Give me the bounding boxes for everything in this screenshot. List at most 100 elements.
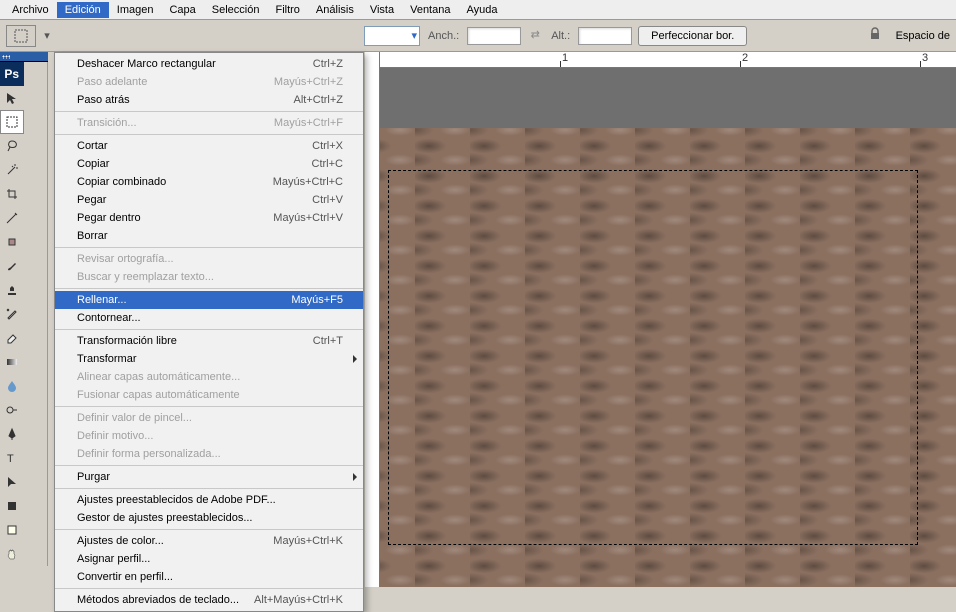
menu-item[interactable]: Pegar dentroMayús+Ctrl+V (55, 209, 363, 227)
menu-item-label: Definir valor de pincel... (77, 412, 343, 424)
width-input[interactable] (467, 27, 521, 45)
ruler-vertical[interactable] (365, 52, 380, 587)
hand-tool[interactable] (0, 542, 24, 566)
menu-item-label: Transformación libre (77, 335, 313, 347)
menu-capa[interactable]: Capa (161, 2, 203, 18)
options-bar: ▾ ▾ Anch.: ⇄ Alt.: Perfeccionar bor. Esp… (0, 20, 956, 52)
refine-edge-button[interactable]: Perfeccionar bor. (638, 26, 747, 46)
brush-tool[interactable] (0, 254, 24, 278)
menu-item[interactable]: Transformar (55, 350, 363, 368)
palette-toggle[interactable] (0, 52, 48, 62)
width-label: Anch.: (426, 30, 461, 42)
notes-tool[interactable] (0, 518, 24, 542)
menu-item-label: Pegar dentro (77, 212, 273, 224)
ruler-horizontal[interactable]: 1 2 3 (380, 52, 956, 68)
menu-item[interactable]: Métodos abreviados de teclado...Alt+Mayú… (55, 591, 363, 609)
menu-item-shortcut: Ctrl+X (312, 140, 343, 152)
menu-analisis[interactable]: Análisis (308, 2, 362, 18)
swap-dims-icon[interactable]: ⇄ (527, 28, 543, 44)
menu-ayuda[interactable]: Ayuda (458, 2, 505, 18)
stamp-tool[interactable] (0, 278, 24, 302)
menu-item[interactable]: Rellenar...Mayús+F5 (55, 291, 363, 309)
workspace-label: Espacio de (896, 30, 950, 42)
type-tool[interactable]: T (0, 446, 24, 470)
path-select-tool[interactable] (0, 470, 24, 494)
menu-item[interactable]: Deshacer Marco rectangularCtrl+Z (55, 55, 363, 73)
menu-item-label: Ajustes de color... (77, 535, 273, 547)
gradient-tool[interactable] (0, 350, 24, 374)
menu-item-label: Paso atrás (77, 94, 293, 106)
dodge-tool[interactable] (0, 398, 24, 422)
menubar: Archivo Edición Imagen Capa Selección Fi… (0, 0, 956, 20)
menu-item[interactable]: Purgar (55, 468, 363, 486)
menu-item-shortcut: Mayús+Ctrl+F (274, 117, 343, 129)
menu-item-shortcut: Mayús+Ctrl+K (273, 535, 343, 547)
toolbar: Ps T (0, 62, 48, 566)
menu-item-shortcut: Ctrl+T (313, 335, 343, 347)
menu-item[interactable]: Convertir en perfil... (55, 568, 363, 586)
marquee-selection[interactable] (388, 170, 918, 545)
menu-item[interactable]: Copiar combinadoMayús+Ctrl+C (55, 173, 363, 191)
style-select[interactable]: ▾ (364, 26, 420, 46)
tool-spacer (24, 110, 47, 134)
menu-item-label: Deshacer Marco rectangular (77, 58, 313, 70)
menu-item[interactable]: Ajustes de color...Mayús+Ctrl+K (55, 532, 363, 550)
crop-tool[interactable] (0, 182, 24, 206)
menu-item-label: Pegar (77, 194, 312, 206)
height-label: Alt.: (549, 30, 572, 42)
canvas[interactable] (380, 128, 956, 587)
tool-spacer (24, 86, 48, 110)
menu-item-label: Revisar ortografía... (77, 253, 343, 265)
menu-filtro[interactable]: Filtro (267, 2, 307, 18)
menu-item-label: Fusionar capas automáticamente (77, 389, 343, 401)
ps-logo-icon: Ps (0, 62, 24, 86)
blur-tool[interactable] (0, 374, 24, 398)
marquee-tool[interactable] (0, 110, 24, 134)
menu-item-label: Cortar (77, 140, 312, 152)
lasso-tool[interactable] (0, 134, 24, 158)
menu-item-label: Paso adelante (77, 76, 274, 88)
submenu-arrow-icon (353, 355, 357, 363)
move-tool[interactable] (0, 86, 24, 110)
canvas-area (380, 68, 956, 587)
menu-edicion[interactable]: Edición (57, 2, 109, 18)
menu-item: Fusionar capas automáticamente (55, 386, 363, 404)
height-input[interactable] (578, 27, 632, 45)
menu-item-label: Asignar perfil... (77, 553, 343, 565)
menu-item[interactable]: Paso atrásAlt+Ctrl+Z (55, 91, 363, 109)
menu-item[interactable]: CortarCtrl+X (55, 137, 363, 155)
ruler-tick-label: 1 (562, 52, 568, 64)
eyedropper-tool[interactable] (0, 206, 24, 230)
menu-item[interactable]: Ajustes preestablecidos de Adobe PDF... (55, 491, 363, 509)
menu-item-label: Buscar y reemplazar texto... (77, 271, 343, 283)
menu-item[interactable]: Asignar perfil... (55, 550, 363, 568)
menu-item: Alinear capas automáticamente... (55, 368, 363, 386)
healing-brush-tool[interactable] (0, 230, 24, 254)
menu-item-shortcut: Ctrl+V (312, 194, 343, 206)
menu-ventana[interactable]: Ventana (402, 2, 458, 18)
menu-archivo[interactable]: Archivo (4, 2, 57, 18)
menu-item[interactable]: Borrar (55, 227, 363, 245)
pen-tool[interactable] (0, 422, 24, 446)
menu-item-label: Transición... (77, 117, 274, 129)
edit-menu-dropdown: Deshacer Marco rectangularCtrl+Z Paso ade… (54, 52, 364, 612)
menu-item-shortcut: Mayús+Ctrl+V (273, 212, 343, 224)
menu-item-label: Convertir en perfil... (77, 571, 343, 583)
menu-item-shortcut: Ctrl+Z (313, 58, 343, 70)
shape-tool[interactable] (0, 494, 24, 518)
history-brush-tool[interactable] (0, 302, 24, 326)
menu-item[interactable]: Transformación libreCtrl+T (55, 332, 363, 350)
eraser-tool[interactable] (0, 326, 24, 350)
menu-item[interactable]: PegarCtrl+V (55, 191, 363, 209)
menu-item[interactable]: Gestor de ajustes preestablecidos... (55, 509, 363, 527)
menu-item[interactable]: Contornear... (55, 309, 363, 327)
menu-imagen[interactable]: Imagen (109, 2, 162, 18)
active-tool-icon[interactable] (6, 25, 36, 47)
wand-tool[interactable] (0, 158, 24, 182)
menu-item-label: Transformar (77, 353, 343, 365)
menu-seleccion[interactable]: Selección (204, 2, 268, 18)
tool-preset-arrow-icon[interactable]: ▾ (42, 25, 52, 47)
menu-item[interactable]: CopiarCtrl+C (55, 155, 363, 173)
menu-vista[interactable]: Vista (362, 2, 402, 18)
ruler-tick-label: 3 (922, 52, 928, 64)
